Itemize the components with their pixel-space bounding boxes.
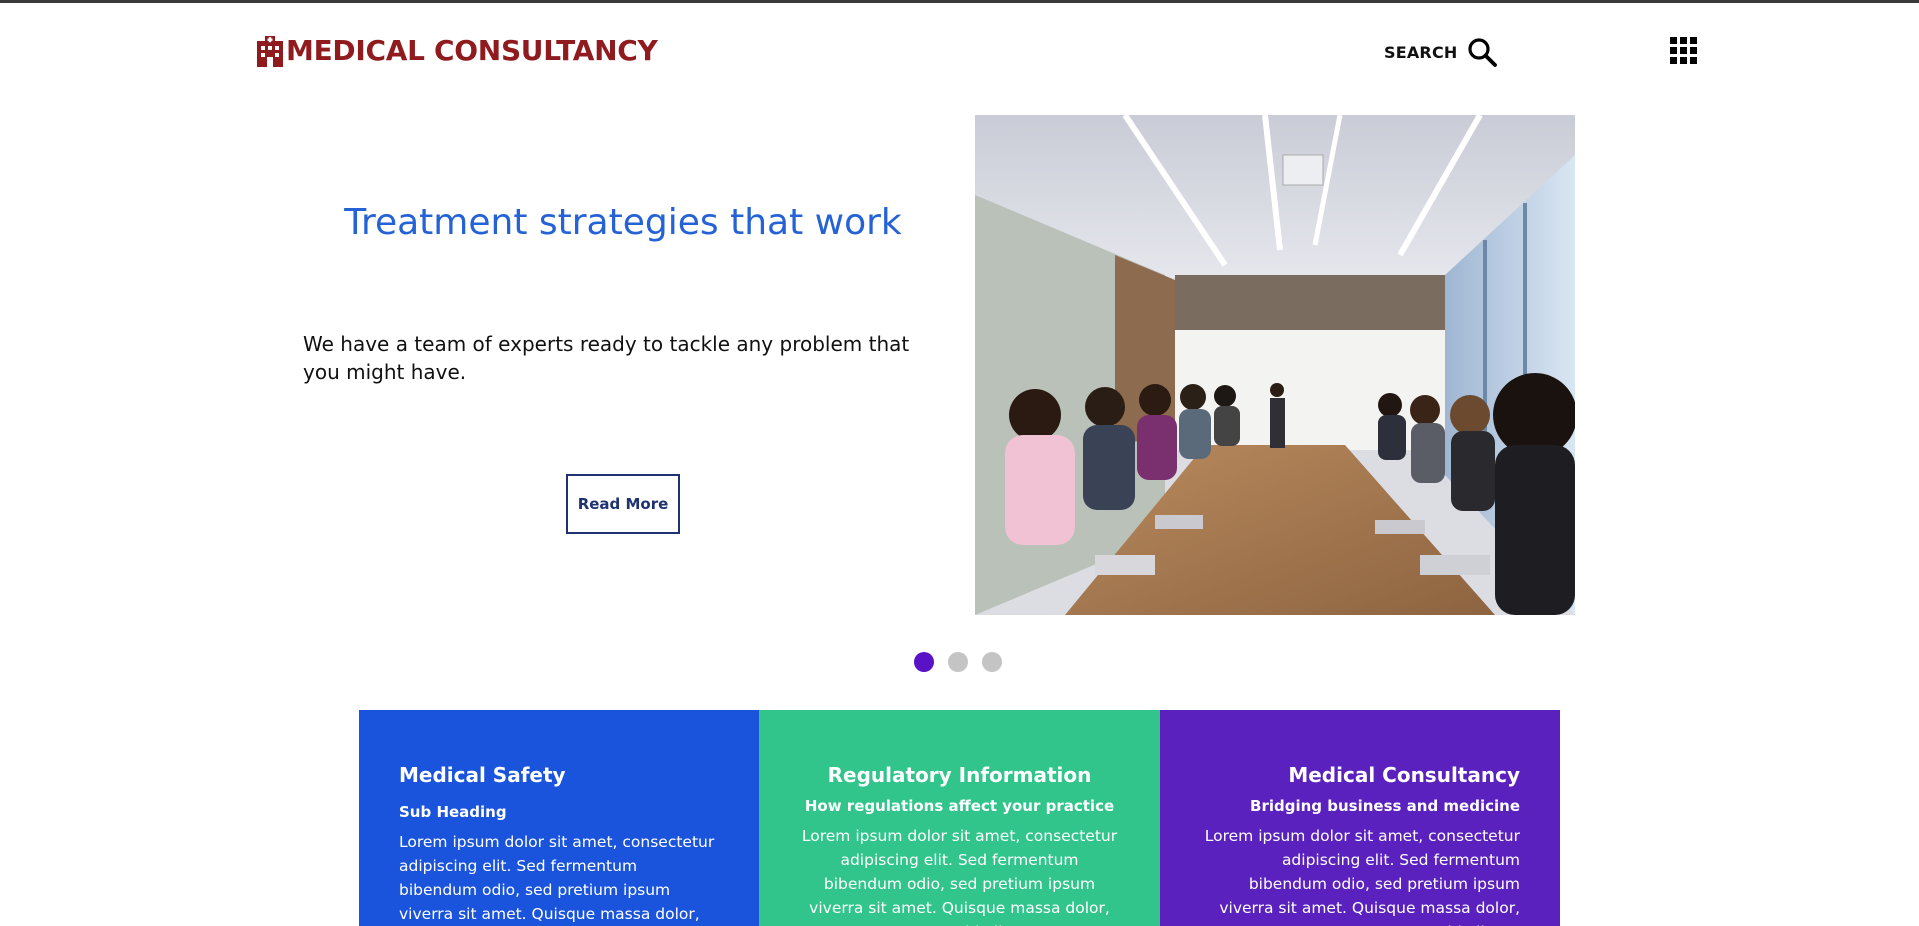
- card-body: Lorem ipsum dolor sit amet, consectetur …: [1204, 827, 1520, 926]
- search-icon: [1467, 38, 1497, 67]
- card-medical-safety[interactable]: Medical Safety Sub Heading Lorem ipsum d…: [359, 710, 759, 926]
- top-border: [0, 0, 1919, 3]
- hospital-building-icon: [257, 36, 283, 67]
- logo-text: MEDICAL CONSULTANCY: [286, 34, 658, 67]
- card-medical-consultancy[interactable]: Medical Consultancy Bridging business an…: [1160, 710, 1560, 926]
- hero-text: We have a team of experts ready to tackl…: [303, 332, 910, 384]
- meeting-room-illustration: [975, 115, 1575, 615]
- card-body: Lorem ipsum dolor sit amet, consectetur …: [801, 827, 1118, 926]
- meeting-room-photo: [975, 115, 1575, 615]
- carousel-indicators: [914, 652, 1002, 672]
- read-more-button[interactable]: Read More: [566, 474, 680, 534]
- card-subtitle: Sub Heading: [399, 803, 507, 821]
- card-body: Lorem ipsum dolor sit amet, consectetur …: [399, 833, 715, 923]
- card-title: Regulatory Information: [827, 763, 1092, 787]
- card-subtitle: How regulations affect your practice: [804, 797, 1115, 815]
- card-subtitle: Bridging business and medicine: [1250, 797, 1520, 815]
- card-regulatory-information[interactable]: Regulatory Information How regulations a…: [759, 710, 1160, 926]
- grid-menu-icon[interactable]: [1670, 37, 1697, 64]
- search-button[interactable]: SEARCH: [1384, 35, 1498, 69]
- site-logo[interactable]: MEDICAL CONSULTANCY: [256, 33, 658, 69]
- carousel-dot-3[interactable]: [982, 652, 1002, 672]
- hero-title: Treatment strategies that work: [344, 202, 902, 243]
- card-title: Medical Safety: [399, 763, 566, 787]
- feature-cards: Medical Safety Sub Heading Lorem ipsum d…: [359, 710, 1560, 926]
- carousel-dot-1[interactable]: [914, 652, 934, 672]
- card-title: Medical Consultancy: [1288, 763, 1520, 787]
- carousel-dot-2[interactable]: [948, 652, 968, 672]
- search-label: SEARCH: [1384, 42, 1458, 62]
